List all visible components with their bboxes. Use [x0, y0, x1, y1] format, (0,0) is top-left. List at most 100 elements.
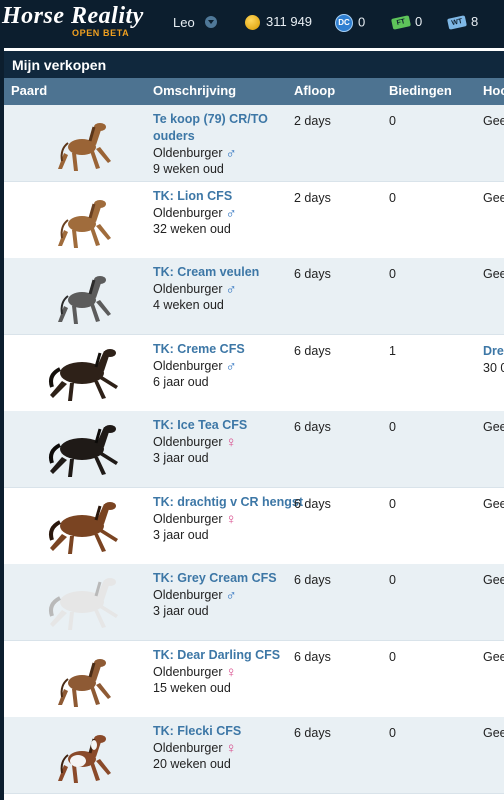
age-label: 20 weken oud	[153, 757, 231, 771]
sale-title-link[interactable]: TK: Lion CFS	[153, 188, 303, 205]
female-icon: ♀	[225, 663, 237, 681]
wt-value: 8	[471, 14, 479, 29]
logo[interactable]: Horse Reality OPEN BETA	[2, 3, 144, 41]
dc-value: 0	[358, 14, 366, 30]
column-header-expires: Afloop	[294, 83, 336, 98]
money-value: 311 949	[266, 14, 313, 29]
age-label: 3 jaar oud	[153, 604, 209, 618]
horse-thumbnail[interactable]	[34, 341, 124, 405]
breed-line: Oldenburger ♂	[153, 358, 237, 375]
male-icon: ♂	[225, 204, 237, 222]
horse-thumbnail[interactable]	[34, 494, 124, 558]
female-icon: ♀	[225, 740, 237, 757]
expires-value: 6 days	[294, 649, 331, 664]
table-row[interactable]: TK: drachtig v CR hengst Oldenburger ♀ 3 ja…	[4, 487, 504, 565]
top-bar: Horse Reality OPEN BETA Leo 311 949 DC 0 …	[0, 0, 504, 46]
sale-title-link[interactable]: TK: Ice Tea CFS	[153, 417, 303, 434]
column-header-description: Omschrijving	[153, 83, 237, 98]
highest-bid: Gee	[483, 190, 504, 205]
bids-count: 0	[389, 190, 396, 205]
horse-thumbnail[interactable]	[34, 111, 124, 175]
table-row[interactable]: TK: Cream veulen Oldenburger ♂ 4 weken oud 6…	[4, 258, 504, 335]
horse-thumbnail[interactable]	[34, 723, 124, 787]
highest-bid: Gee	[483, 573, 504, 587]
panel-header: Mijn verkopen	[4, 48, 504, 81]
table-row[interactable]: Te koop (79) CR/TO ouders Oldenburger ♂ 9 w…	[4, 105, 504, 182]
horse-thumbnail[interactable]	[34, 647, 124, 711]
highest-bid: Gee	[483, 496, 504, 511]
sale-title-link[interactable]: TK: drachtig v CR hengst	[153, 494, 303, 511]
table-row[interactable]: TK: Flecki CFS Oldenburger ♀ 20 weken oud 6 …	[4, 717, 504, 794]
sale-title-link[interactable]: TK: Creme CFS	[153, 341, 303, 358]
dc-icon: DC	[335, 14, 353, 32]
column-header-bids: Biedingen	[389, 83, 452, 98]
age-label: 3 jaar oud	[153, 527, 209, 542]
logo-beta-label: OPEN BETA	[72, 28, 130, 38]
breed-label: Oldenburger	[153, 435, 223, 449]
logo-title: Horse Reality	[2, 3, 144, 29]
expires-value: 6 days	[294, 573, 331, 587]
horse-thumbnail[interactable]	[34, 570, 124, 634]
breed-label: Oldenburger	[153, 741, 223, 755]
highest-bid-amount: 30 0	[483, 360, 504, 375]
highest-bid: Gee	[483, 420, 504, 434]
bids-count: 0	[389, 496, 396, 511]
expires-value: 6 days	[294, 420, 331, 434]
column-header-highest: Hoo	[483, 83, 504, 98]
panel-title: Mijn verkopen	[12, 57, 107, 73]
currency-dc: DC 0	[335, 14, 366, 32]
bids-count: 0	[389, 573, 396, 587]
breed-line: Oldenburger ♀	[153, 740, 237, 757]
table-row[interactable]: TK: Dear Darling CFS Oldenburger ♀ 15 weken…	[4, 640, 504, 718]
breed-line: Oldenburger ♀	[153, 511, 237, 528]
breed-line: Oldenburger ♀	[153, 664, 237, 681]
horse-thumbnail[interactable]	[34, 264, 124, 328]
ft-ticket-icon: FT	[391, 15, 411, 30]
bids-count: 0	[389, 114, 396, 128]
highest-bid: Gee	[483, 726, 504, 740]
bids-count: 0	[389, 726, 396, 740]
horse-thumbnail[interactable]	[34, 188, 124, 252]
ft-value: 0	[415, 14, 423, 29]
breed-label: Oldenburger	[153, 664, 223, 679]
breed-label: Oldenburger	[153, 588, 223, 602]
age-label: 3 jaar oud	[153, 451, 209, 465]
breed-line: Oldenburger ♂	[153, 205, 237, 222]
bids-count: 0	[389, 649, 396, 664]
table-header: Paard Omschrijving Afloop Biedingen Hoo	[4, 78, 504, 105]
currency-ft: FT 0	[391, 14, 423, 30]
male-icon: ♂	[225, 587, 237, 604]
horse-thumbnail[interactable]	[34, 417, 124, 481]
sales-panel: Mijn verkopen Paard Omschrijving Afloop …	[4, 48, 504, 800]
chevron-down-icon[interactable]	[205, 16, 217, 28]
sale-title-link[interactable]: Te koop (79) CR/TO ouders	[153, 111, 303, 145]
sale-title-link[interactable]: TK: Flecki CFS	[153, 723, 303, 740]
age-label: 15 weken oud	[153, 680, 231, 695]
table-row[interactable]: TK: Lion CFS Oldenburger ♂ 32 weken oud 2 da…	[4, 181, 504, 259]
expires-value: 6 days	[294, 496, 331, 511]
breed-line: Oldenburger ♂	[153, 145, 237, 162]
username[interactable]: Leo	[173, 15, 195, 30]
male-icon: ♂	[225, 145, 237, 162]
table-row[interactable]: TK: Grey Cream CFS Oldenburger ♂ 3 jaar oud…	[4, 564, 504, 641]
table-row[interactable]: TK: Creme CFS Oldenburger ♂ 6 jaar oud 6 day…	[4, 334, 504, 412]
age-label: 4 weken oud	[153, 298, 224, 312]
highest-bid: Gee	[483, 114, 504, 128]
male-icon: ♂	[225, 281, 237, 298]
breed-label: Oldenburger	[153, 282, 223, 296]
breed-label: Oldenburger	[153, 146, 223, 160]
table-row[interactable]: TK: Ice Tea CFS Oldenburger ♀ 3 jaar oud 6 d…	[4, 411, 504, 488]
expires-value: 6 days	[294, 726, 331, 740]
age-label: 9 weken oud	[153, 162, 224, 176]
breed-line: Oldenburger ♀	[153, 434, 237, 451]
coin-icon	[245, 15, 260, 31]
male-icon: ♂	[225, 357, 237, 375]
sale-title-link[interactable]: TK: Cream veulen	[153, 264, 303, 281]
breed-line: Oldenburger ♂	[153, 281, 237, 298]
currency-money: 311 949	[245, 14, 313, 31]
sale-title-link[interactable]: TK: Dear Darling CFS	[153, 647, 303, 664]
breed-label: Oldenburger	[153, 205, 223, 220]
bids-count: 0	[389, 420, 396, 434]
highest-bidder-link[interactable]: Drea	[483, 344, 504, 358]
sale-title-link[interactable]: TK: Grey Cream CFS	[153, 570, 303, 587]
